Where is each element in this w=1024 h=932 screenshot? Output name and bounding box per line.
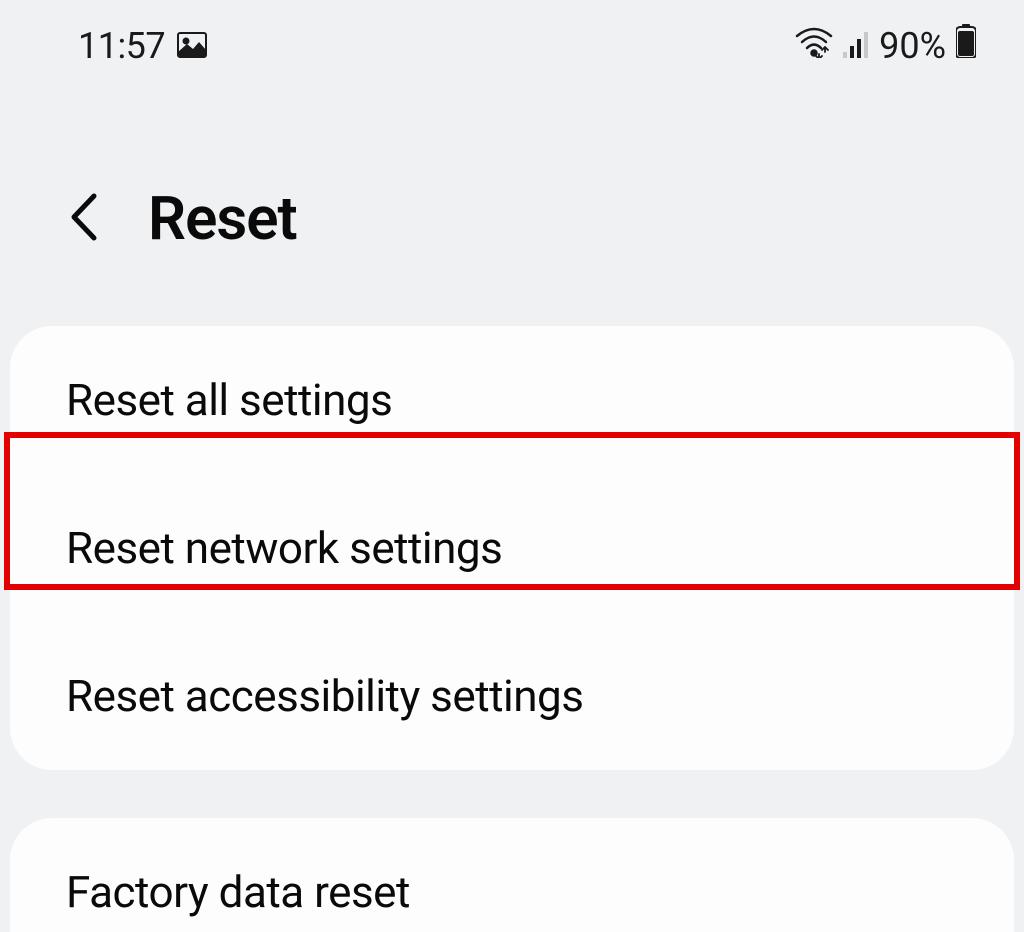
signal-icon <box>843 25 869 67</box>
reset-network-settings-item[interactable]: Reset network settings <box>10 474 1014 622</box>
list-item-label: Reset network settings <box>66 522 502 574</box>
reset-all-settings-item[interactable]: Reset all settings <box>10 326 1014 474</box>
factory-data-reset-title: Factory data reset <box>66 866 958 932</box>
battery-percent: 90% <box>879 25 946 67</box>
reset-accessibility-settings-item[interactable]: Reset accessibility settings <box>10 622 1014 770</box>
back-icon[interactable] <box>68 192 100 246</box>
status-right: 90% <box>795 24 976 67</box>
picture-icon <box>177 25 207 67</box>
reset-options-card: Reset all settings Reset network setting… <box>10 326 1014 770</box>
status-time: 11:57 <box>78 25 165 67</box>
page-header: Reset <box>0 91 1024 326</box>
wifi-icon <box>795 25 833 67</box>
status-left: 11:57 <box>78 25 207 67</box>
battery-icon <box>956 24 976 67</box>
status-bar: 11:57 <box>0 0 1024 91</box>
page-title: Reset <box>148 183 297 254</box>
factory-reset-card[interactable]: Factory data reset <box>10 818 1014 932</box>
list-item-label: Reset all settings <box>66 374 392 426</box>
list-item-label: Reset accessibility settings <box>66 670 583 722</box>
